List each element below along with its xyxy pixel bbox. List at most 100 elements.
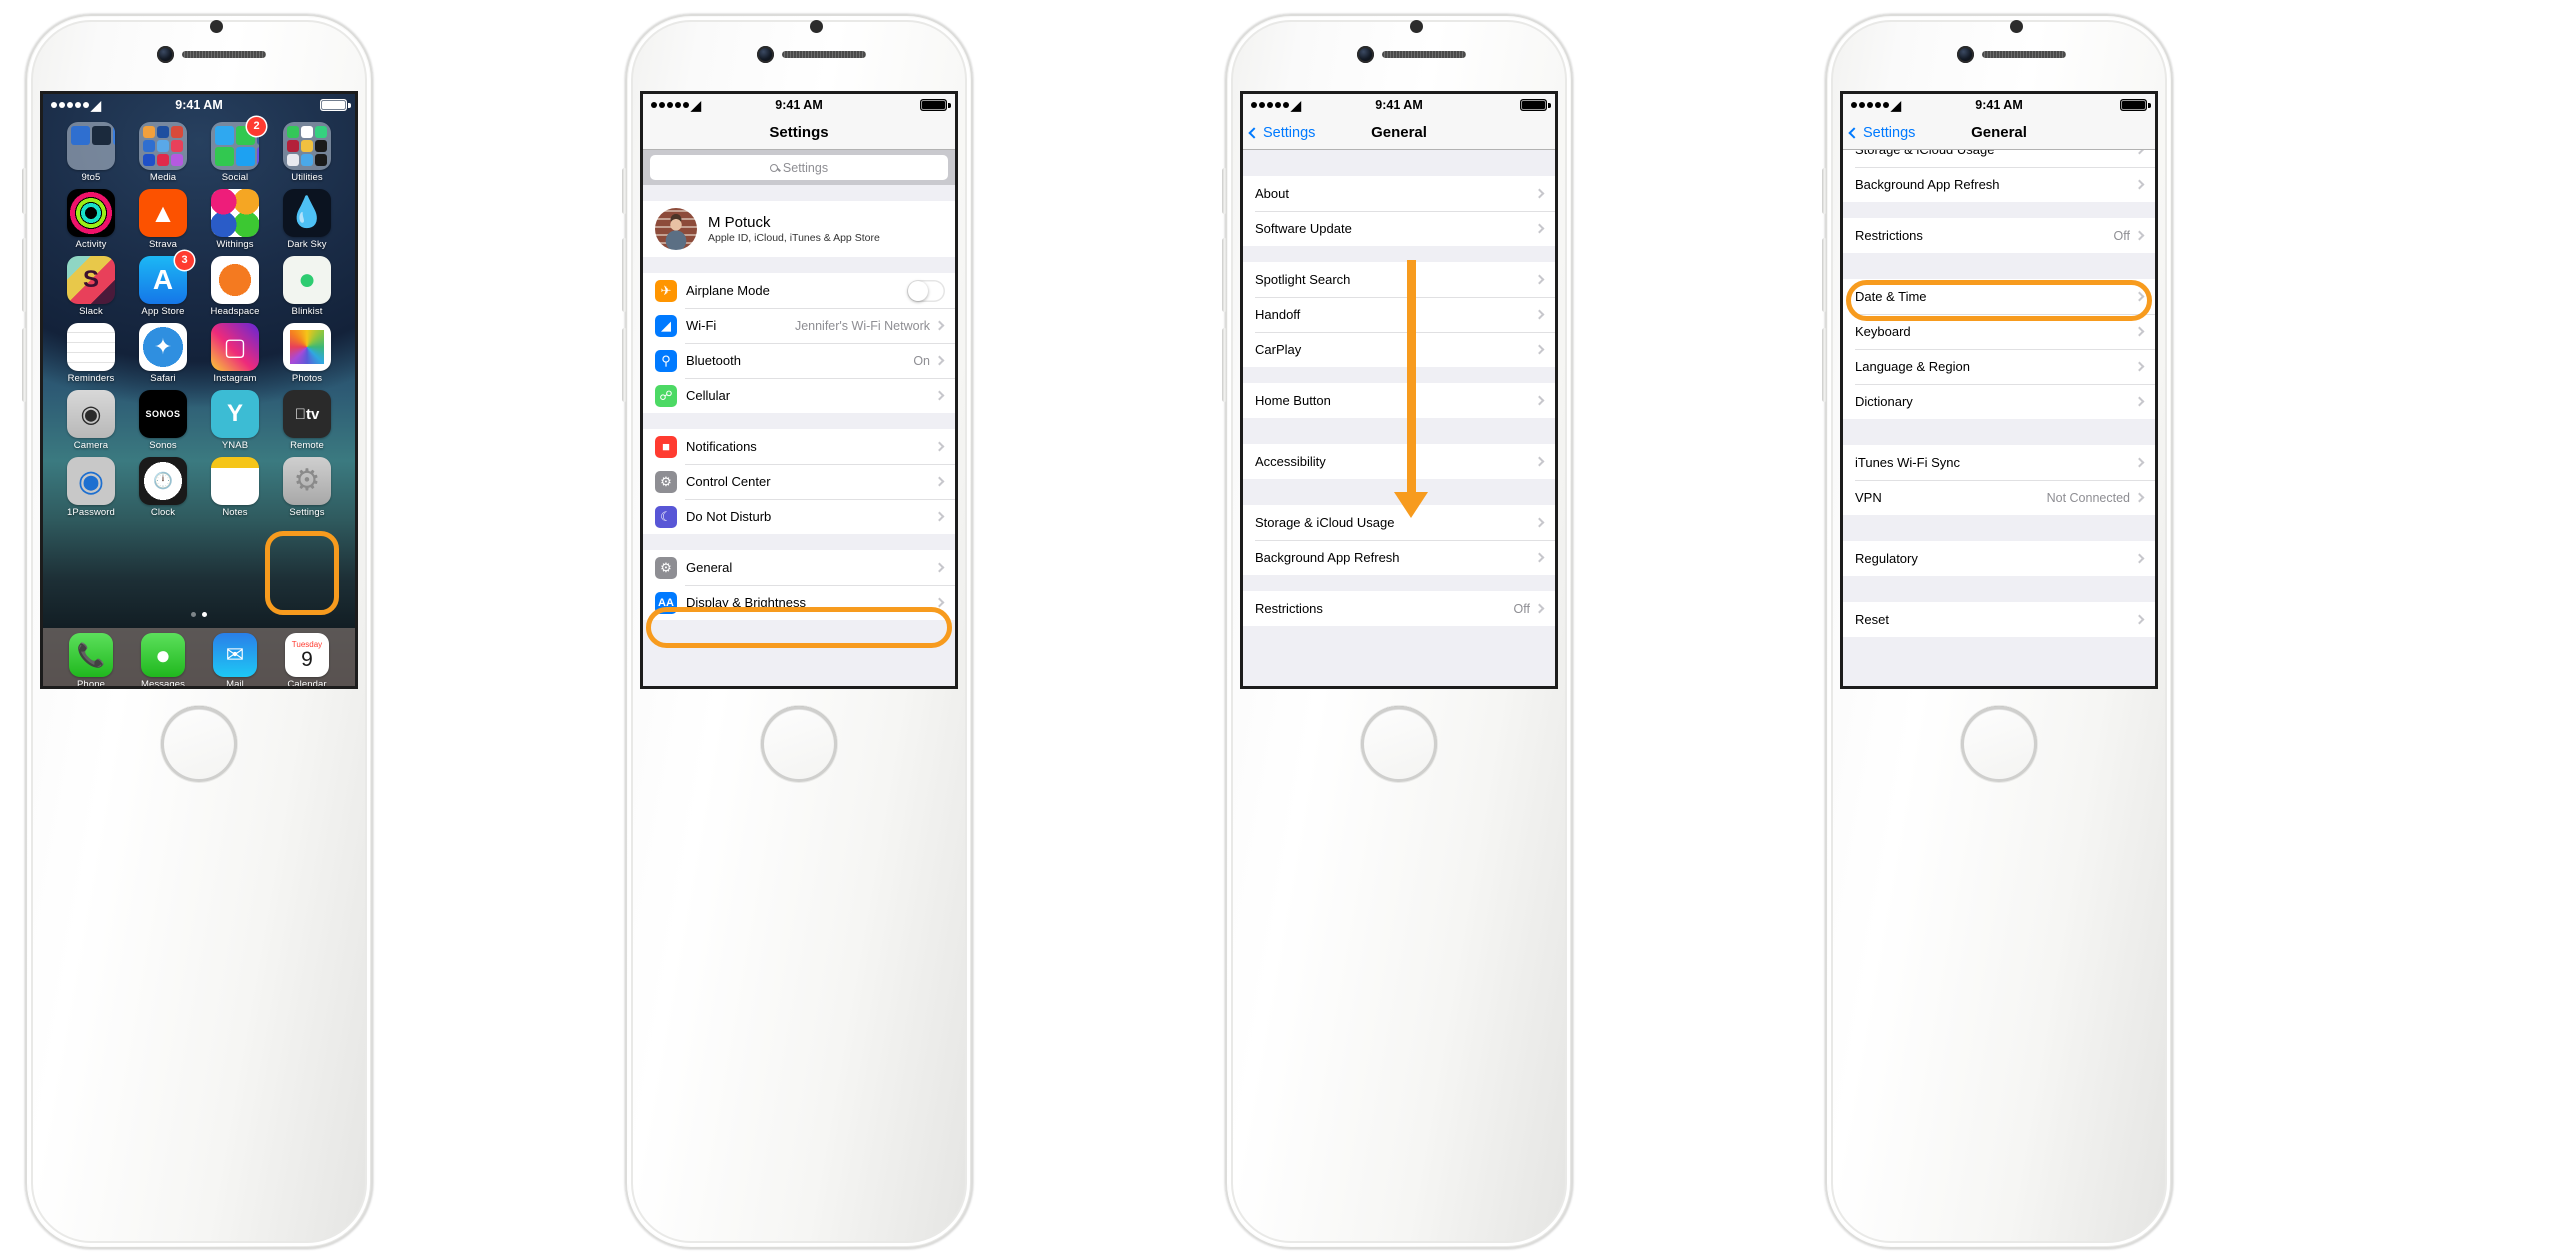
- settings-row-cellular[interactable]: ☍ Cellular: [643, 378, 955, 413]
- display-brightness-icon: AA: [655, 591, 677, 614]
- airplane-mode-toggle[interactable]: [907, 279, 945, 302]
- general-list-scrolled[interactable]: Storage & iCloud Usage Background App Re…: [1843, 150, 2155, 686]
- row-label: Bluetooth: [686, 353, 741, 368]
- settings-row-storage-icloud-usage[interactable]: Storage & iCloud Usage: [1843, 150, 2155, 167]
- folder-media[interactable]: Media: [127, 122, 199, 183]
- back-button[interactable]: Settings: [1843, 125, 1915, 141]
- sonos-icon: SONOS: [139, 390, 187, 438]
- phone-2-settings: ◢ 9:41 AM Settings Settings M Potuck App…: [600, 6, 1200, 1251]
- silent-switch[interactable]: [22, 168, 27, 214]
- row-label: Restrictions: [1255, 601, 1323, 616]
- row-label: Regulatory: [1855, 551, 1918, 566]
- app-dark-sky[interactable]: 💧 Dark Sky: [271, 189, 343, 250]
- app-reminders[interactable]: Reminders: [55, 323, 127, 384]
- sync-group: iTunes Wi-Fi Sync VPN Not Connected: [1843, 445, 2155, 515]
- settings-row-notifications[interactable]: ■ Notifications: [643, 429, 955, 464]
- volume-up-button[interactable]: [622, 238, 627, 312]
- folder-social[interactable]: 2 Social: [199, 117, 271, 183]
- volume-down-button[interactable]: [1222, 328, 1227, 402]
- settings-row-airplane-mode[interactable]: ✈ Airplane Mode: [643, 273, 955, 308]
- settings-row-reset[interactable]: Reset: [1843, 602, 2155, 637]
- settings-row-regulatory[interactable]: Regulatory: [1843, 541, 2155, 576]
- settings-row-restrictions[interactable]: Restrictions Off: [1843, 218, 2155, 253]
- row-label: Date & Time: [1855, 289, 1927, 304]
- folder-9to5[interactable]: 9to5: [55, 122, 127, 183]
- app-notes[interactable]: Notes: [199, 457, 271, 518]
- home-button[interactable]: [161, 706, 237, 782]
- profile-name: M Potuck: [708, 214, 771, 231]
- app-safari[interactable]: ✦ Safari: [127, 323, 199, 384]
- app-label: 1Password: [67, 507, 115, 518]
- dock-app-mail[interactable]: ✉ Mail: [199, 633, 271, 686]
- settings-row-software-update[interactable]: Software Update: [1243, 211, 1555, 246]
- app-sonos[interactable]: SONOS Sonos: [127, 390, 199, 451]
- settings-row-itunes-wifi-sync[interactable]: iTunes Wi-Fi Sync: [1843, 445, 2155, 480]
- silent-switch[interactable]: [1222, 168, 1227, 214]
- status-time: 9:41 AM: [775, 98, 823, 112]
- folder-utilities[interactable]: Utilities: [271, 122, 343, 183]
- volume-up-button[interactable]: [1222, 238, 1227, 312]
- volume-down-button[interactable]: [22, 328, 27, 402]
- apple-id-row[interactable]: M Potuck Apple ID, iCloud, iTunes & App …: [643, 201, 955, 257]
- app-withings[interactable]: Withings: [199, 189, 271, 250]
- settings-row-background-app-refresh[interactable]: Background App Refresh: [1843, 167, 2155, 202]
- back-button[interactable]: Settings: [1243, 125, 1315, 141]
- row-label: Restrictions: [1855, 228, 1923, 243]
- avatar: [655, 208, 697, 250]
- account-group: M Potuck Apple ID, iCloud, iTunes & App …: [643, 201, 955, 257]
- status-time: 9:41 AM: [1375, 98, 1423, 112]
- app-strava[interactable]: ▲ Strava: [127, 189, 199, 250]
- home-button[interactable]: [761, 706, 837, 782]
- volume-up-button[interactable]: [1822, 238, 1827, 312]
- volume-down-button[interactable]: [1822, 328, 1827, 402]
- settings-row-vpn[interactable]: VPN Not Connected: [1843, 480, 2155, 515]
- app-settings[interactable]: ⚙ Settings: [271, 457, 343, 518]
- settings-row-date-time[interactable]: Date & Time: [1843, 279, 2155, 314]
- settings-row-do-not-disturb[interactable]: ☾ Do Not Disturb: [643, 499, 955, 534]
- section-gap: [1843, 253, 2155, 279]
- settings-row-display-brightness[interactable]: AA Display & Brightness: [643, 585, 955, 620]
- volume-down-button[interactable]: [622, 328, 627, 402]
- volume-up-button[interactable]: [22, 238, 27, 312]
- dock-app-messages[interactable]: ● Messages: [127, 633, 199, 686]
- app-photos[interactable]: Photos: [271, 323, 343, 384]
- row-label: Accessibility: [1255, 454, 1326, 469]
- mail-icon: ✉: [213, 633, 257, 677]
- search-input[interactable]: Settings: [650, 155, 948, 180]
- chevron-right-icon: [934, 441, 945, 452]
- dock-app-calendar[interactable]: Tuesday 9 Calendar: [271, 633, 343, 686]
- settings-row-dictionary[interactable]: Dictionary: [1843, 384, 2155, 419]
- app-headspace[interactable]: Headspace: [199, 256, 271, 317]
- earpiece-speaker: [782, 51, 866, 58]
- settings-row-restrictions[interactable]: Restrictions Off: [1243, 591, 1555, 626]
- settings-list[interactable]: Settings M Potuck Apple ID, iCloud, iTun…: [643, 150, 955, 686]
- app-remote[interactable]: tv Remote: [271, 390, 343, 451]
- app-blinkist[interactable]: ● Blinkist: [271, 256, 343, 317]
- app-activity[interactable]: Activity: [55, 189, 127, 250]
- proximity-sensor: [810, 20, 823, 33]
- settings-row-about[interactable]: About: [1243, 176, 1555, 211]
- app-ynab[interactable]: Y YNAB: [199, 390, 271, 451]
- dock-app-phone[interactable]: 📞 Phone: [55, 633, 127, 686]
- row-label: Background App Refresh: [1855, 177, 2000, 192]
- silent-switch[interactable]: [1822, 168, 1827, 214]
- app-slack[interactable]: S Slack: [55, 256, 127, 317]
- settings-row-keyboard[interactable]: Keyboard: [1843, 314, 2155, 349]
- settings-row-wifi[interactable]: ◢ Wi-Fi Jennifer's Wi-Fi Network: [643, 308, 955, 343]
- silent-switch[interactable]: [622, 168, 627, 214]
- general-list[interactable]: About Software Update Spotlight Search H…: [1243, 150, 1555, 686]
- app-app-store[interactable]: 3 A App Store: [127, 251, 199, 317]
- settings-row-general[interactable]: ⚙ General: [643, 550, 955, 585]
- app-camera[interactable]: ◉ Camera: [55, 390, 127, 451]
- app-clock[interactable]: 🕛 Clock: [127, 457, 199, 518]
- settings-row-control-center[interactable]: ⚙ Control Center: [643, 464, 955, 499]
- settings-row-language-region[interactable]: Language & Region: [1843, 349, 2155, 384]
- settings-row-bluetooth[interactable]: ⚲ Bluetooth On: [643, 343, 955, 378]
- chevron-right-icon: [934, 355, 945, 366]
- app-1password[interactable]: ◉ 1Password: [55, 457, 127, 518]
- phone-1-screen: ◢ 9:41 AM 9to5 Media 2 Social Utilities …: [43, 94, 355, 686]
- home-button[interactable]: [1361, 706, 1437, 782]
- settings-row-background-app-refresh[interactable]: Background App Refresh: [1243, 540, 1555, 575]
- app-instagram[interactable]: ▢ Instagram: [199, 323, 271, 384]
- home-button[interactable]: [1961, 706, 2037, 782]
